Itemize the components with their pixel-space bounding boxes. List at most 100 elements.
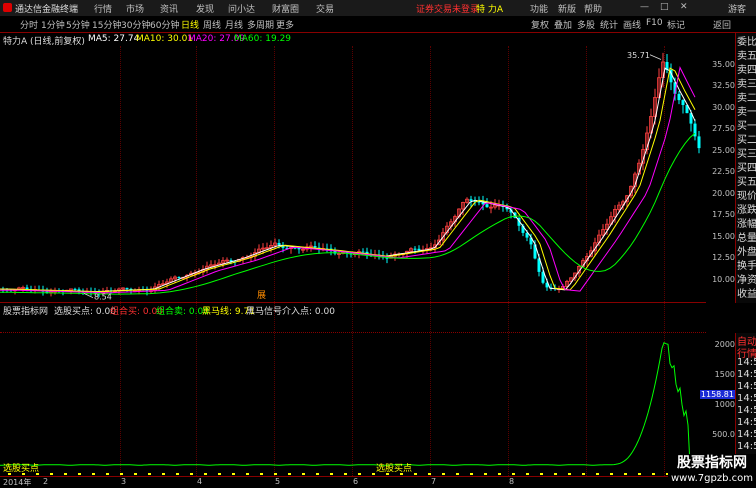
menu-news[interactable]: 资讯 [160,2,178,15]
signal-mark [498,473,501,475]
tab-5min[interactable]: 5分钟 [66,18,90,31]
quote-field-label: 买三 [737,149,756,160]
signal-mark [288,473,291,475]
tick-time-label: 14:56 [737,405,756,416]
stock-name-title: 特 力A [476,5,504,15]
tool-stats[interactable]: 统计 [600,18,618,31]
tool-mark[interactable]: 标记 [667,18,685,31]
date-tick-label: 7 [431,477,437,486]
quote-field-label: 收益 [737,289,756,300]
minimize-icon[interactable]: — [640,2,649,12]
tab-15min[interactable]: 15分钟 [92,18,121,31]
tick-time-label: 14:56 [737,429,756,440]
indicator-chart[interactable]: 选股买点 选股买点 [0,316,706,476]
signal-mark [134,473,137,475]
buy-point-label: 选股买点 [3,462,39,474]
tick-time-label: 14:56 [737,393,756,404]
candle-body [313,246,317,248]
price-tick-label: 25.00 [712,145,735,155]
candle-body [697,136,701,149]
buy-point-label: 选股买点 [376,462,412,474]
signal-mark [316,473,319,475]
signal-mark [526,473,529,475]
signal-mark [442,473,445,475]
candle-body [277,243,281,245]
indicator-tick-label: 1500 [714,370,735,379]
tab-daily[interactable]: 日线 [181,18,199,31]
watermark: 股票指标网 www.7gpzb.com [668,454,756,487]
tab-fenshi[interactable]: 分时 [20,18,38,31]
price-tick-label: 10.00 [712,274,735,284]
tab-multi[interactable]: 多周期 [247,18,274,31]
tool-draw[interactable]: 画线 [623,18,641,31]
tool-f10[interactable]: F10 [646,18,663,28]
event-marker[interactable]: 展 [257,290,266,301]
signal-mark [414,473,417,475]
signal-mark [596,473,599,475]
signal-mark [330,473,333,475]
tab-weekly[interactable]: 周线 [203,18,221,31]
app-title: 通达信金融终端 [15,5,79,15]
price-tick-label: 15.00 [712,231,735,241]
tab-more[interactable]: 更多 [276,18,294,31]
menu-trade[interactable]: 交易 [316,2,334,15]
menu-discover[interactable]: 发现 [196,2,214,15]
signal-mark [624,473,627,475]
date-tick-label: 2 [43,477,49,486]
ma10-line [0,67,696,293]
quote-field-label: 涨幅 [737,219,756,230]
signal-mark [456,473,459,475]
tool-back[interactable]: 返回 [713,18,731,31]
signal-mark [246,473,249,475]
tick-time-label: 14:56 [737,417,756,428]
tab-60min[interactable]: 60分钟 [150,18,179,31]
menu-hq[interactable]: 行情 [94,2,112,15]
candle-body [125,287,129,289]
tool-overlay[interactable]: 叠加 [554,18,572,31]
price-tick-label: 32.50 [712,81,735,90]
menu-market[interactable]: 市场 [126,2,144,15]
close-icon[interactable]: ✕ [680,2,688,12]
login-notice[interactable]: 证券交易未登录 [416,2,479,15]
signal-mark [120,473,123,475]
tick-time-label: 14:56 [737,357,756,368]
quote-field-label: 换手 [737,261,756,272]
high-price-label: 35.71 [627,51,650,60]
menu-wenxiaoda[interactable]: 问小达 [228,2,255,15]
low-price-label: 8.54 [94,292,112,301]
ma60-value: MA60: 19.29 [234,34,292,44]
signal-mark [176,473,179,475]
signal-mark [638,473,641,475]
menu-new[interactable]: 新版 [558,2,576,15]
menu-guest[interactable]: 游客 [728,2,746,15]
signal-mark [260,473,263,475]
signal-mark [190,473,193,475]
candlestick-chart[interactable]: 35.71 8.54 展 [0,46,706,302]
quote-field-label: 买二 [737,135,756,146]
tool-fuquan[interactable]: 复权 [531,18,549,31]
signal-mark [512,473,515,475]
indicator-bar: 股票指标网 选股买点: 0.00 组合买: 0.00 组合卖: 0.00 黑马线… [0,303,706,317]
signal-mark [554,473,557,475]
tab-1min[interactable]: 1分钟 [41,18,65,31]
app-logo-icon [3,3,12,12]
maximize-icon[interactable]: □ [660,2,669,12]
signal-mark [372,473,375,475]
menu-caifu[interactable]: 财富圈 [272,2,299,15]
quote-field-label: 卖五 [737,51,756,62]
menu-function[interactable]: 功能 [530,2,548,15]
date-tick-label: 8 [509,477,515,486]
price-tick-label: 35.00 [712,59,735,69]
signal-mark [610,473,613,475]
price-tick-label: 20.00 [712,188,735,198]
menu-help[interactable]: 帮助 [584,2,602,15]
signal-mark [162,473,165,475]
signal-mark [568,473,571,475]
signal-mark [92,473,95,475]
tab-monthly[interactable]: 月线 [225,18,243,31]
signal-mark [484,473,487,475]
tab-30min[interactable]: 30分钟 [121,18,150,31]
candle-body [73,288,77,290]
tool-multistock[interactable]: 多股 [577,18,595,31]
quote-field-label: 卖二 [737,93,756,104]
